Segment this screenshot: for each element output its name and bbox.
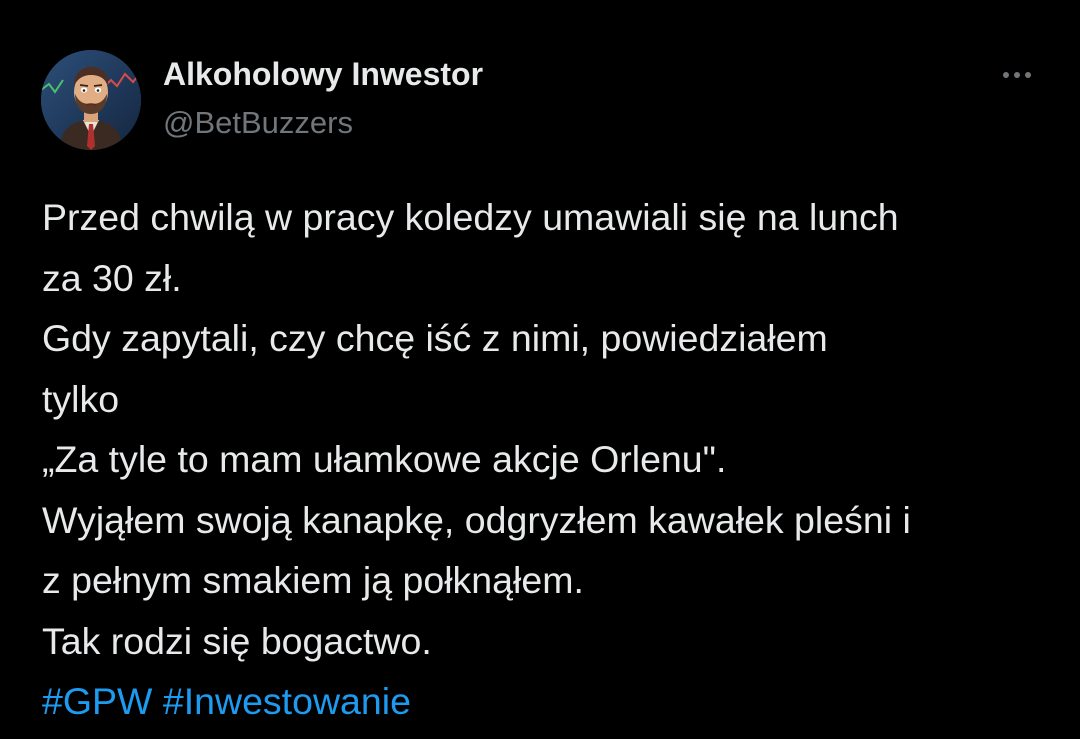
author-avatar[interactable] — [41, 50, 141, 150]
tweet-text-line: za 30 zł. — [42, 256, 182, 299]
more-options-button[interactable] — [992, 58, 1042, 92]
tweet-text-line: tylko — [42, 377, 120, 420]
hashtag-link-inwestowanie[interactable]: #Inwestowanie — [163, 680, 411, 722]
tweet-text-line: Przed chwilą w pracy koledzy umawiali si… — [42, 196, 899, 238]
tweet-text-line: Gdy zapytali, czy chcę iść z nimi, powie… — [42, 317, 828, 359]
more-horizontal-icon — [1003, 72, 1009, 78]
tweet-text: Przed chwilą w pracy koledzy umawiali si… — [42, 187, 1052, 732]
tweet-text-line: Wyjąłem swoją kanapkę, odgryzłem kawałek… — [42, 498, 911, 541]
cartoon-man-avatar-icon — [41, 50, 141, 150]
tweet-text-line: „Za tyle to mam ułamkowe akcje Orlenu". — [42, 438, 727, 480]
more-horizontal-icon-dot — [1014, 72, 1020, 78]
tweet-text-line: Tak rodzi się bogactwo. — [42, 619, 432, 662]
tweet-text-line: z pełnym smakiem ją połknąłem. — [42, 559, 584, 601]
author-handle[interactable]: @BetBuzzers — [163, 104, 353, 142]
author-display-name[interactable]: Alkoholowy Inwestor — [163, 55, 483, 93]
hashtag-row: #GPW #Inwestowanie — [42, 671, 1052, 732]
tweet-card: Alkoholowy Inwestor @BetBuzzers Przed ch… — [0, 0, 1080, 739]
more-horizontal-icon-dot — [1025, 72, 1031, 78]
hashtag-link-gpw[interactable]: #GPW — [42, 680, 152, 722]
